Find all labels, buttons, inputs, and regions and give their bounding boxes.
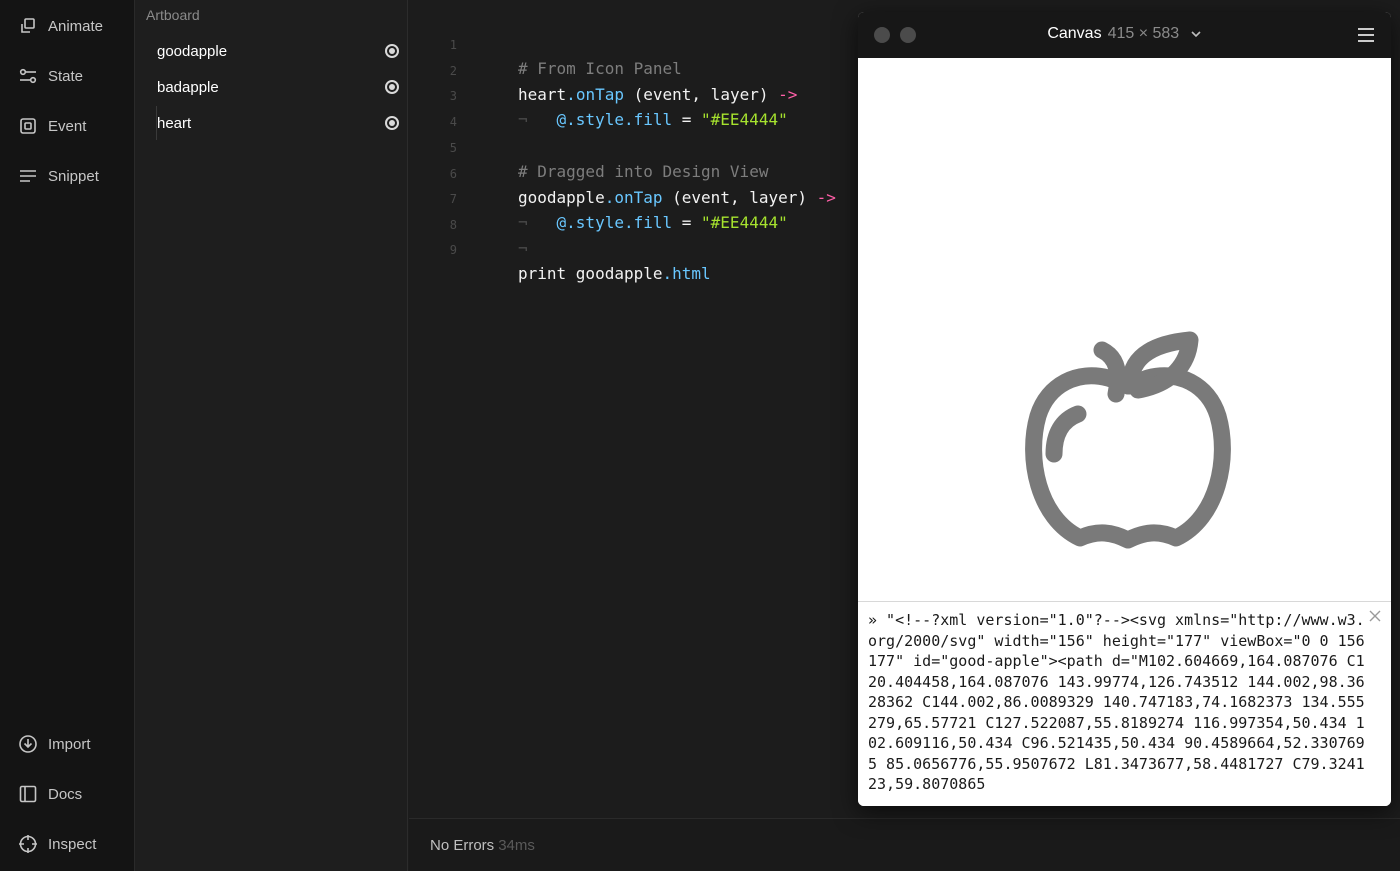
sidebar-item-import[interactable]: Import [18,731,91,757]
canvas-window: Canvas 415 × 583 » "<!--?xml version="1.0… [858,12,1391,806]
status-bar: No Errors 34ms [409,818,1400,871]
sidebar-item-label: Inspect [48,835,97,853]
canvas-titlebar[interactable]: Canvas 415 × 583 [858,12,1391,58]
layers-panel: Artboard goodapple badapple heart [135,0,408,871]
layer-label: goodapple [157,42,228,60]
canvas-artboard[interactable] [858,58,1391,601]
status-message: No Errors 34ms [430,837,535,854]
canvas-size: 415 × 583 [1107,25,1180,42]
code-property: .html [662,264,711,283]
line-number: 9 [449,243,457,257]
layer-item-goodapple[interactable]: goodapple [157,38,402,64]
sidebar-item-label: Event [48,117,87,135]
hamburger-menu-icon[interactable] [1357,27,1375,43]
sidebar-item-label: Import [48,735,91,753]
apple-icon[interactable] [1018,308,1238,558]
code-line: 7 ¬ @.style.fill = "#EE4444" [409,163,859,232]
sidebar-item-docs[interactable]: Docs [18,781,82,807]
code-line: 4 [409,86,859,129]
sidebar-item-snippet[interactable]: Snippet [18,163,99,189]
animate-icon [18,16,38,36]
layer-target-icon[interactable] [385,44,399,58]
code-line: 6 goodapple.onTap (event, layer) -> [409,138,859,207]
layer-label: heart [157,114,192,132]
sidebar-item-state[interactable]: State [18,63,83,89]
inspect-icon [18,834,38,854]
code-line: 1 # From Icon Panel [409,9,859,78]
code-statement: print goodapple [518,264,663,283]
code-text: print goodapple.html [518,262,711,286]
state-icon [18,66,38,86]
layer-label: badapple [157,78,219,96]
app-window: Animate State Event Snippet Import Docs … [0,0,1400,871]
console-panel[interactable]: » "<!--?xml version="1.0"?--><svg xmlns=… [858,601,1391,806]
snippet-icon [18,166,38,186]
code-line: 3 ¬ @.style.fill = "#EE4444" [409,60,859,129]
layer-item-heart[interactable]: heart [157,110,402,136]
sidebar-item-label: State [48,67,84,85]
code-line: 9 print goodapple.html [409,214,859,283]
canvas-title: Canvas [1047,25,1102,42]
code-line: 5 # Dragged into Design View [409,112,859,181]
layer-target-icon[interactable] [385,80,399,94]
layers-title: Artboard [146,7,200,23]
close-icon[interactable] [1369,610,1381,622]
code-line: 8 ¬ [409,189,859,258]
sidebar-item-inspect[interactable]: Inspect [18,831,96,857]
sidebar-item-event[interactable]: Event [18,113,86,139]
chevron-down-icon [1191,31,1201,37]
event-icon [18,116,38,136]
sidebar-item-label: Animate [48,17,104,35]
sidebar: Animate State Event Snippet Import Docs … [0,0,135,871]
status-time: 34ms [498,837,535,854]
console-output: » "<!--?xml version="1.0"?--><svg xmlns=… [868,611,1365,793]
canvas-device-selector[interactable]: Canvas 415 × 583 [858,25,1391,43]
code-whitespace: ¬ [518,239,528,258]
sidebar-item-animate[interactable]: Animate [18,13,103,39]
import-icon [18,734,38,754]
sidebar-item-label: Snippet [48,167,99,185]
docs-icon [18,784,38,804]
status-label: No Errors [430,837,495,854]
layer-item-badapple[interactable]: badapple [157,74,402,100]
layer-target-icon[interactable] [385,116,399,130]
sidebar-item-label: Docs [48,785,83,803]
code-line: 2 heart.onTap (event, layer) -> [409,35,859,104]
